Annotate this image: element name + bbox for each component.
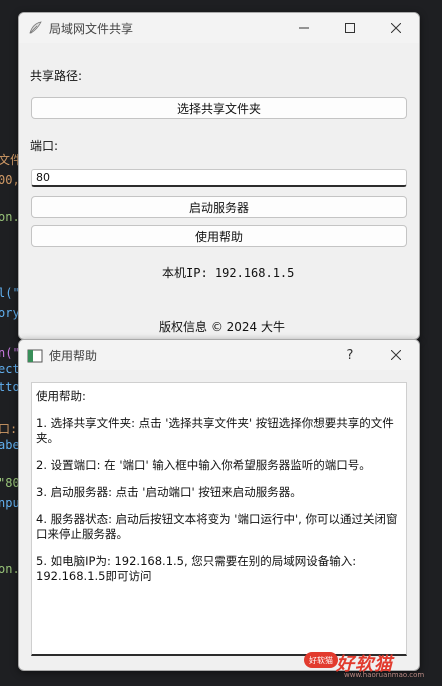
code-line: "80 xyxy=(0,476,20,490)
help-close-button[interactable] xyxy=(373,340,419,370)
feather-app-icon xyxy=(29,21,42,34)
code-line: n(" xyxy=(0,346,20,360)
site-watermark: 好软猫 好软猫 www.haoruanmao.com xyxy=(304,652,436,682)
share-path-label: 共享路径: xyxy=(30,69,83,83)
help-heading: 使用帮助: xyxy=(36,389,86,403)
select-folder-button[interactable]: 选择共享文件夹 xyxy=(31,97,407,119)
port-input[interactable]: 80 xyxy=(31,169,407,187)
context-help-button[interactable]: ? xyxy=(327,340,373,370)
minimize-button[interactable] xyxy=(281,13,327,43)
code-line: l(" xyxy=(0,286,20,300)
code-line: on. xyxy=(0,210,20,224)
close-icon xyxy=(391,23,401,33)
code-line: 00, xyxy=(0,173,20,187)
local-ip-label: 本机IP: 192.168.1.5 xyxy=(162,266,295,280)
close-icon xyxy=(391,350,401,360)
main-window: 局域网文件共享 共享路径: 选择共享文件夹 端口: 80 启动服务器 使用帮助 … xyxy=(18,12,420,340)
help-button[interactable]: 使用帮助 xyxy=(31,225,407,247)
help-item-1: 1. 选择共享文件夹: 点击 '选择共享文件夹' 按钮选择你想要共享的文件夹。 xyxy=(36,416,394,445)
help-dialog-title: 使用帮助 xyxy=(49,349,98,363)
code-line: tto xyxy=(0,380,20,394)
window-title: 局域网文件共享 xyxy=(49,22,134,36)
help-title-bar[interactable]: 使用帮助 ? xyxy=(19,340,419,370)
code-line: ory xyxy=(0,306,20,320)
code-line: ect xyxy=(0,362,20,376)
start-server-button[interactable]: 启动服务器 xyxy=(31,196,407,218)
watermark-url: www.haoruanmao.com xyxy=(344,671,425,679)
code-line: npu xyxy=(0,496,20,510)
port-label: 端口: xyxy=(30,139,59,153)
window-app-icon xyxy=(27,349,43,363)
help-item-4: 4. 服务器状态: 启动后按钮文本将变为 '端口运行中', 你可以通过关闭窗口来… xyxy=(36,512,398,541)
close-button[interactable] xyxy=(373,13,419,43)
maximize-button[interactable] xyxy=(327,13,373,43)
title-bar[interactable]: 局域网文件共享 xyxy=(19,13,419,43)
maximize-icon xyxy=(345,23,355,33)
help-item-5: 5. 如电脑IP为: 192.168.1.5, 您只需要在别的局域网设备输入: … xyxy=(36,554,357,583)
minimize-icon xyxy=(299,27,309,29)
watermark-badge: 好软猫 xyxy=(304,652,338,668)
code-line: on. xyxy=(0,562,20,576)
help-item-3: 3. 启动服务器: 点击 '启动端口' 按钮来启动服务器。 xyxy=(36,485,302,499)
code-line: 口: xyxy=(0,422,18,436)
help-text-area[interactable]: 使用帮助: 1. 选择共享文件夹: 点击 '选择共享文件夹' 按钮选择你想要共享… xyxy=(31,382,407,656)
help-item-2: 2. 设置端口: 在 '端口' 输入框中输入你希望服务器监听的端口号。 xyxy=(36,458,371,472)
help-dialog: 使用帮助 ? 使用帮助: 1. 选择共享文件夹: 点击 '选择共享文件夹' 按钮… xyxy=(18,339,420,671)
copyright-label: 版权信息 © 2024 大牛 xyxy=(159,320,285,334)
code-line: abe xyxy=(0,438,20,452)
